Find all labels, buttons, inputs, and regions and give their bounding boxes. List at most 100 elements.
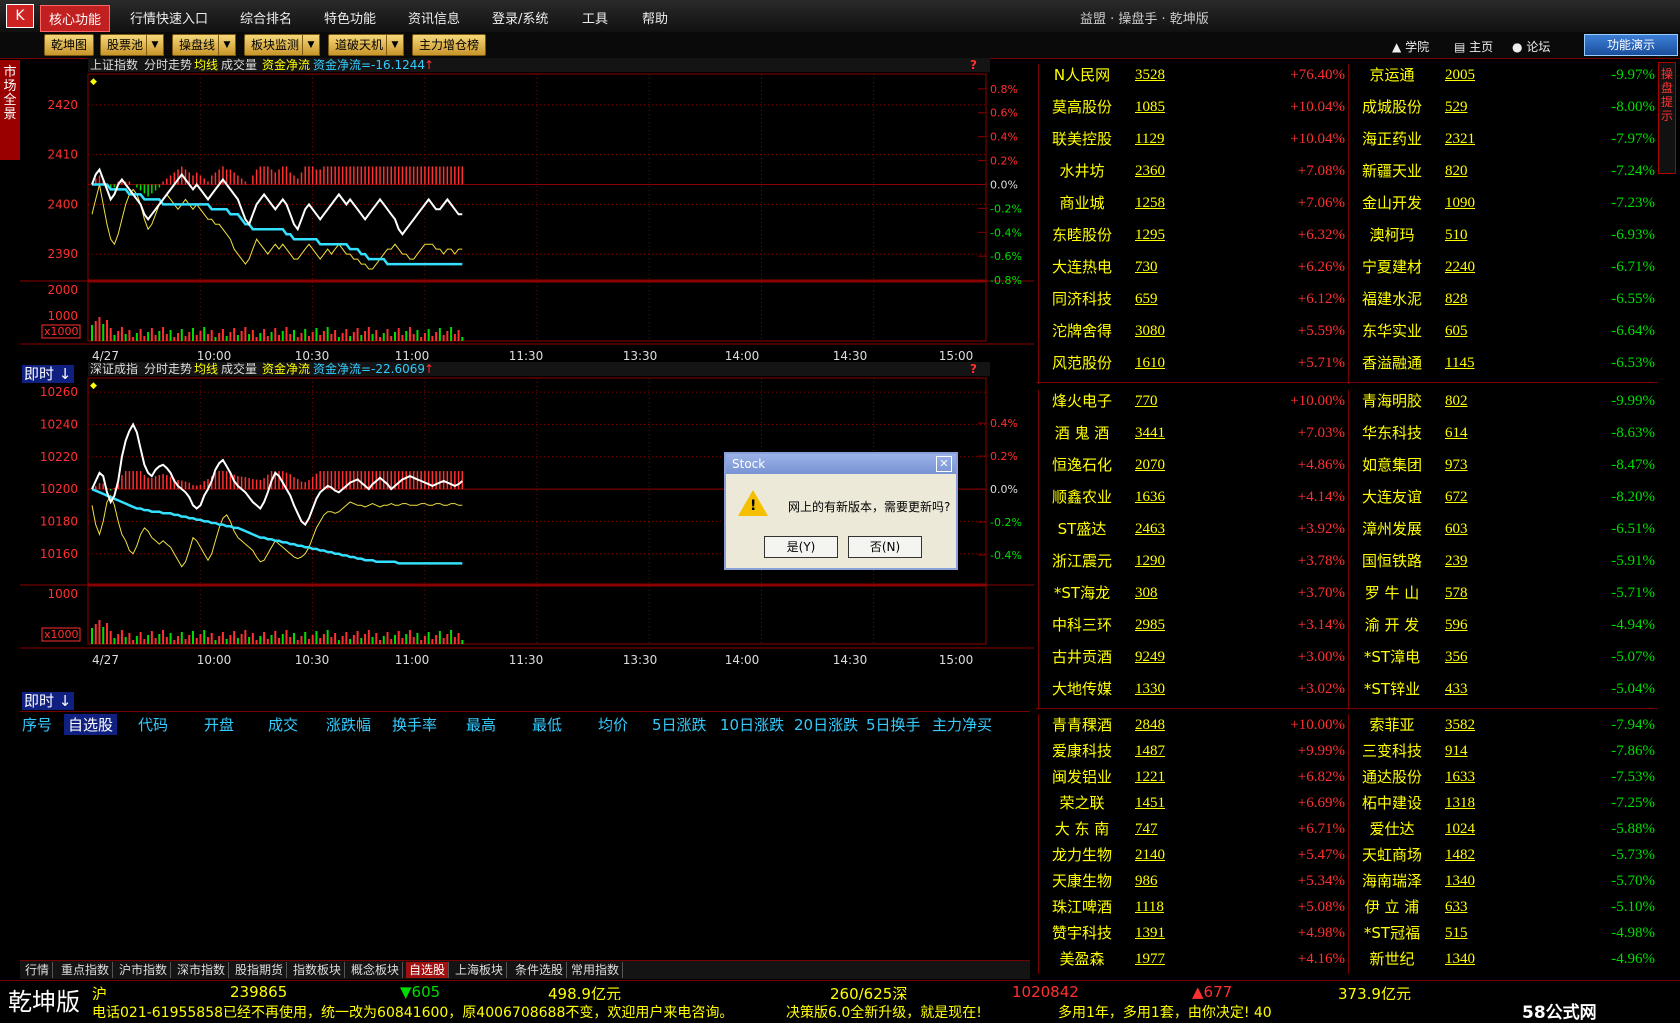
stock-row[interactable]: *ST海龙 308 +3.70% xyxy=(1039,582,1347,604)
stock-row[interactable]: 伊 立 浦 633 -5.10% xyxy=(1349,896,1657,918)
stock-row[interactable]: 福建水泥 828 -6.55% xyxy=(1349,288,1657,310)
column-header[interactable]: 均价 xyxy=(598,714,628,735)
stock-row[interactable]: 龙力生物 2140 +5.47% xyxy=(1039,844,1347,866)
stock-row[interactable]: 大连热电 730 +6.26% xyxy=(1039,256,1347,278)
stock-row[interactable]: 顺鑫农业 1636 +4.14% xyxy=(1039,486,1347,508)
forum-link[interactable]: ● 论坛 xyxy=(1512,38,1550,55)
trade-hint-tab[interactable]: 操盘提示 xyxy=(1658,62,1676,174)
column-header[interactable]: 自选股 xyxy=(64,714,118,735)
menu-login-system[interactable]: 登录/系统 xyxy=(492,8,548,27)
stock-row[interactable]: 渝 开 发 596 -4.94% xyxy=(1349,614,1657,636)
stock-row[interactable]: 大连友谊 672 -8.20% xyxy=(1349,486,1657,508)
menu-features[interactable]: 特色功能 xyxy=(324,8,376,27)
stock-row[interactable]: 通达股份 1633 -7.53% xyxy=(1349,766,1657,788)
trade-line-button[interactable]: 操盘线 xyxy=(172,34,223,56)
stock-row[interactable]: 酒 鬼 酒 3441 +7.03% xyxy=(1039,422,1347,444)
stock-row[interactable]: 宁夏建材 2240 -6.71% xyxy=(1349,256,1657,278)
stock-row[interactable]: *ST冠福 515 -4.98% xyxy=(1349,922,1657,944)
stock-row[interactable]: 青青稞酒 2848 +10.00% xyxy=(1039,714,1347,736)
close-icon[interactable]: ✕ xyxy=(936,456,952,472)
stock-row[interactable]: 赞宇科技 1391 +4.98% xyxy=(1039,922,1347,944)
stock-row[interactable]: 新疆天业 820 -7.24% xyxy=(1349,160,1657,182)
column-header[interactable]: 20日涨跌 xyxy=(794,714,858,735)
stock-row[interactable]: 成城股份 529 -8.00% xyxy=(1349,96,1657,118)
stock-row[interactable]: 金山开发 1090 -7.23% xyxy=(1349,192,1657,214)
column-header[interactable]: 成交 xyxy=(268,714,298,735)
column-header[interactable]: 最高 xyxy=(466,714,496,735)
menu-ranking[interactable]: 综合排名 xyxy=(240,8,292,27)
stock-row[interactable]: 大 东 南 747 +6.71% xyxy=(1039,818,1347,840)
column-header[interactable]: 5日换手 xyxy=(866,714,921,735)
stock-row[interactable]: 国恒铁路 239 -5.91% xyxy=(1349,550,1657,572)
stock-row[interactable]: 天虹商场 1482 -5.73% xyxy=(1349,844,1657,866)
bottom-tab[interactable]: 条件选股 xyxy=(512,962,568,978)
daopo-tianji-dropdown-icon[interactable]: ▼ xyxy=(386,34,404,56)
stock-row[interactable]: ST盛达 2463 +3.92% xyxy=(1039,518,1347,540)
sector-monitor-button[interactable]: 板块监测 xyxy=(244,34,307,56)
trade-line-dropdown-icon[interactable]: ▼ xyxy=(218,34,236,56)
menu-core-functions[interactable]: 核心功能 xyxy=(40,5,111,32)
yes-button[interactable]: 是(Y) xyxy=(764,536,838,558)
stock-row[interactable]: 水井坊 2360 +7.08% xyxy=(1039,160,1347,182)
bottom-tab[interactable]: 概念板块 xyxy=(348,962,404,978)
bottom-tab[interactable]: 重点指数 xyxy=(58,962,114,978)
column-header[interactable]: 开盘 xyxy=(204,714,234,735)
stock-row[interactable]: 漳州发展 603 -6.51% xyxy=(1349,518,1657,540)
stock-row[interactable]: 珠江啤酒 1118 +5.08% xyxy=(1039,896,1347,918)
stock-row[interactable]: 三变科技 914 -7.86% xyxy=(1349,740,1657,762)
bottom-tab[interactable]: 自选股 xyxy=(406,962,450,978)
column-header[interactable]: 5日涨跌 xyxy=(652,714,707,735)
stock-row[interactable]: N人民网 3528 +76.40% xyxy=(1039,64,1347,86)
stock-row[interactable]: 海正药业 2321 -7.97% xyxy=(1349,128,1657,150)
main-increase-button[interactable]: 主力增仓榜 xyxy=(412,34,487,56)
no-button[interactable]: 否(N) xyxy=(848,536,922,558)
qiankun-chart-button[interactable]: 乾坤图 xyxy=(44,34,95,56)
bottom-tab[interactable]: 深市指数 xyxy=(174,962,230,978)
bottom-tab[interactable]: 沪市指数 xyxy=(116,962,172,978)
menu-quick-entry[interactable]: 行情快速入口 xyxy=(130,8,208,27)
realtime-button-1[interactable]: 即时 ↓ xyxy=(22,365,74,383)
bottom-tab[interactable]: 常用指数 xyxy=(568,962,624,978)
stock-pool-dropdown-icon[interactable]: ▼ xyxy=(146,34,164,56)
stock-pool-button[interactable]: 股票池 xyxy=(100,34,151,56)
bottom-tab[interactable]: 行情 xyxy=(22,962,54,978)
stock-row[interactable]: *ST锌业 433 -5.04% xyxy=(1349,678,1657,700)
stock-row[interactable]: 青海明胶 802 -9.99% xyxy=(1349,390,1657,412)
column-header[interactable]: 10日涨跌 xyxy=(720,714,784,735)
stock-row[interactable]: 柘中建设 1318 -7.25% xyxy=(1349,792,1657,814)
stock-row[interactable]: 东华实业 605 -6.64% xyxy=(1349,320,1657,342)
sector-monitor-dropdown-icon[interactable]: ▼ xyxy=(302,34,320,56)
column-header[interactable]: 序号 xyxy=(22,714,52,735)
stock-row[interactable]: 美盈森 1977 +4.16% xyxy=(1039,948,1347,970)
stock-row[interactable]: 澳柯玛 510 -6.93% xyxy=(1349,224,1657,246)
stock-row[interactable]: 天康生物 986 +5.34% xyxy=(1039,870,1347,892)
stock-row[interactable]: 香溢融通 1145 -6.53% xyxy=(1349,352,1657,374)
column-header[interactable]: 换手率 xyxy=(392,714,437,735)
stock-row[interactable]: 罗 牛 山 578 -5.71% xyxy=(1349,582,1657,604)
menu-news[interactable]: 资讯信息 xyxy=(408,8,460,27)
stock-row[interactable]: 浙江震元 1290 +3.78% xyxy=(1039,550,1347,572)
stock-row[interactable]: 烽火电子 770 +10.00% xyxy=(1039,390,1347,412)
demo-button[interactable]: 功能演示 xyxy=(1584,34,1678,56)
stock-row[interactable]: 同济科技 659 +6.12% xyxy=(1039,288,1347,310)
stock-row[interactable]: 华东科技 614 -8.63% xyxy=(1349,422,1657,444)
menu-help[interactable]: 帮助 xyxy=(642,8,668,27)
stock-row[interactable]: 荣之联 1451 +6.69% xyxy=(1039,792,1347,814)
stock-row[interactable]: 海南瑞泽 1340 -5.70% xyxy=(1349,870,1657,892)
menu-tools[interactable]: 工具 xyxy=(582,8,608,27)
column-header[interactable]: 代码 xyxy=(138,714,168,735)
stock-row[interactable]: 古井贡酒 9249 +3.00% xyxy=(1039,646,1347,668)
stock-row[interactable]: 中科三环 2985 +3.14% xyxy=(1039,614,1347,636)
stock-row[interactable]: *ST漳电 356 -5.07% xyxy=(1349,646,1657,668)
bottom-tab[interactable]: 股指期货 xyxy=(232,962,288,978)
bottom-tab[interactable]: 指数板块 xyxy=(290,962,346,978)
stock-row[interactable]: 爱仕达 1024 -5.88% xyxy=(1349,818,1657,840)
column-header[interactable]: 最低 xyxy=(532,714,562,735)
column-header[interactable]: 主力净买 xyxy=(932,714,992,735)
stock-row[interactable]: 新世纪 1340 -4.96% xyxy=(1349,948,1657,970)
stock-row[interactable]: 索菲亚 3582 -7.94% xyxy=(1349,714,1657,736)
academy-link[interactable]: ▲ 学院 xyxy=(1392,38,1429,55)
stock-row[interactable]: 如意集团 973 -8.47% xyxy=(1349,454,1657,476)
stock-row[interactable]: 爱康科技 1487 +9.99% xyxy=(1039,740,1347,762)
realtime-button-2[interactable]: 即时 ↓ xyxy=(22,692,74,710)
